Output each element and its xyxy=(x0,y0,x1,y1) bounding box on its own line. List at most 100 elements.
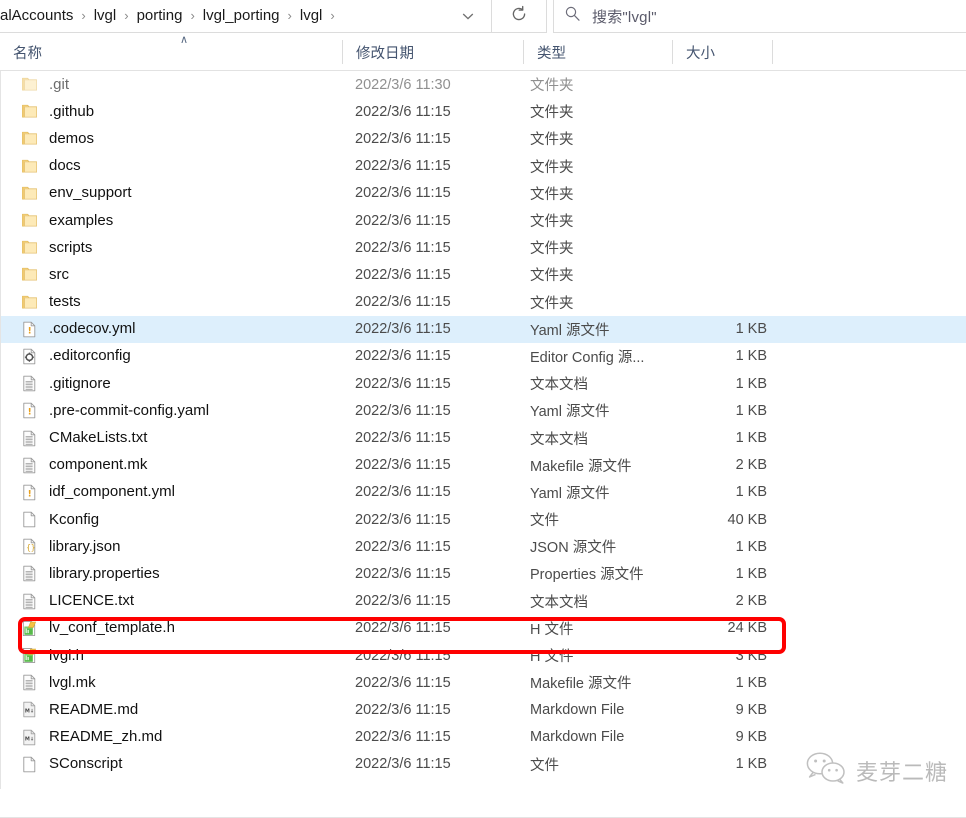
text-file-icon xyxy=(21,593,38,610)
breadcrumb-item-alaccounts[interactable]: alAccounts xyxy=(0,4,77,28)
file-list-row[interactable]: component.mk 2022/3/6 11:15 Makefile 源文件 2 … xyxy=(1,452,966,479)
file-list-row[interactable]: ! .codecov.yml 2022/3/6 11:15 Yaml 源文件 1 KB xyxy=(1,315,966,343)
file-type-cell: H 文件 xyxy=(530,649,574,666)
breadcrumb-separator-icon[interactable]: › xyxy=(186,7,198,25)
breadcrumb[interactable]: alAccounts › lvgl › porting › lvgl_porting › lvg… xyxy=(0,4,445,28)
text-file-icon xyxy=(21,457,38,474)
file-name-cell[interactable]: env_support xyxy=(21,184,341,202)
breadcrumb-item-lvgl[interactable]: lvgl xyxy=(90,4,121,28)
breadcrumb-separator-icon[interactable]: › xyxy=(120,7,132,25)
file-name-cell[interactable]: scripts xyxy=(21,239,341,257)
file-name-cell[interactable]: lv_conf_template.h xyxy=(21,619,341,637)
folder-icon xyxy=(21,158,38,175)
file-name-cell[interactable]: docs xyxy=(21,157,341,175)
file-type-cell: 文件夹 xyxy=(530,159,574,176)
file-size-cell: 2 KB xyxy=(735,457,767,474)
file-name-cell[interactable]: demos xyxy=(21,130,341,148)
file-list-row[interactable]: .editorconfig 2022/3/6 11:15 Editor Config… xyxy=(1,343,966,370)
file-name-cell[interactable]: {} library.json xyxy=(21,538,341,556)
breadcrumb-separator-icon[interactable]: › xyxy=(284,7,296,25)
file-name-cell[interactable]: .github xyxy=(21,103,341,121)
file-list-row[interactable]: lvgl.h 2022/3/6 11:15 H 文件 3 KB xyxy=(1,642,966,669)
file-list-row[interactable]: library.properties 2022/3/6 11:15 Properti… xyxy=(1,560,966,587)
file-name-label: .github xyxy=(49,102,95,120)
file-list-row[interactable]: examples 2022/3/6 11:15 文件夹 xyxy=(1,207,966,234)
folder-icon xyxy=(21,130,38,147)
file-name-cell[interactable]: LICENCE.txt xyxy=(21,592,341,610)
file-date-cell: 2022/3/6 11:15 xyxy=(355,158,451,175)
file-name-cell[interactable]: CMakeLists.txt xyxy=(21,429,341,447)
breadcrumb-item-lvgl-porting[interactable]: lvgl_porting xyxy=(199,4,284,28)
json-file-icon: {} xyxy=(21,538,38,555)
file-list-row[interactable]: {} library.json 2022/3/6 11:15 JSON 源文件 1 KB xyxy=(1,533,966,560)
file-list-row[interactable]: .github 2022/3/6 11:15 文件夹 xyxy=(1,98,966,125)
file-list-row[interactable]: ! .pre-commit-config.yaml 2022/3/6 11:15 Ya… xyxy=(1,397,966,424)
file-name-label: idf_component.yml xyxy=(49,483,175,501)
file-name-cell[interactable]: examples xyxy=(21,212,341,230)
file-type-cell: 文本文档 xyxy=(530,431,588,448)
breadcrumb-item-porting[interactable]: porting xyxy=(133,4,187,28)
file-list-row[interactable]: scripts 2022/3/6 11:15 文件夹 xyxy=(1,234,966,261)
file-type-cell: Markdown File xyxy=(530,701,625,718)
column-header-name[interactable]: 名称 ∧ xyxy=(0,33,342,71)
breadcrumb-separator-icon[interactable]: › xyxy=(326,7,338,25)
column-divider[interactable] xyxy=(772,40,773,64)
file-name-cell[interactable]: M↓ README.md xyxy=(21,701,341,719)
breadcrumb-separator-icon[interactable]: › xyxy=(77,7,89,25)
file-name-label: .editorconfig xyxy=(49,347,131,365)
svg-text:!: ! xyxy=(28,489,32,499)
file-list-row[interactable]: ! idf_component.yml 2022/3/6 11:15 Yaml 源文件… xyxy=(1,479,966,506)
file-list[interactable]: .git 2022/3/6 11:30 文件夹 .github 2022/3/6 11:… xyxy=(0,71,966,789)
markdown-file-icon: M↓ xyxy=(21,701,38,718)
file-name-cell[interactable]: tests xyxy=(21,293,341,311)
column-header-date-modified[interactable]: 修改日期 xyxy=(343,33,523,71)
file-list-row[interactable]: .gitignore 2022/3/6 11:15 文本文档 1 KB xyxy=(1,370,966,397)
file-name-cell[interactable]: src xyxy=(21,266,341,284)
file-name-label: library.json xyxy=(49,537,121,555)
file-list-row[interactable]: LICENCE.txt 2022/3/6 11:15 文本文档 2 KB xyxy=(1,588,966,615)
file-list-row[interactable]: demos 2022/3/6 11:15 文件夹 xyxy=(1,125,966,152)
file-list-row[interactable]: M↓ README_zh.md 2022/3/6 11:15 Markdown Fil… xyxy=(1,724,966,751)
file-name-cell[interactable]: component.mk xyxy=(21,456,341,474)
file-name-cell[interactable]: library.properties xyxy=(21,565,341,583)
svg-text:{}: {} xyxy=(26,543,35,552)
breadcrumb-bar[interactable]: alAccounts › lvgl › porting › lvgl_porting › lvg… xyxy=(0,0,492,33)
file-date-cell: 2022/3/6 11:15 xyxy=(355,185,451,202)
file-list-row[interactable]: env_support 2022/3/6 11:15 文件夹 xyxy=(1,180,966,207)
file-name-cell[interactable]: .gitignore xyxy=(21,375,341,393)
file-date-cell: 2022/3/6 11:15 xyxy=(355,647,451,664)
folder-icon xyxy=(21,294,38,311)
file-list-row[interactable]: src 2022/3/6 11:15 文件夹 xyxy=(1,261,966,288)
file-name-cell[interactable]: .editorconfig xyxy=(21,347,341,365)
file-name-cell[interactable]: ! .pre-commit-config.yaml xyxy=(21,402,341,420)
file-name-cell[interactable]: Kconfig xyxy=(21,511,341,529)
file-name-cell[interactable]: .git xyxy=(21,76,341,94)
column-header-size[interactable]: 大小 xyxy=(673,33,772,71)
file-list-row[interactable]: lv_conf_template.h 2022/3/6 11:15 H 文件 24 K… xyxy=(1,615,966,642)
file-name-cell[interactable]: SConscript xyxy=(21,755,341,773)
file-date-cell: 2022/3/6 11:15 xyxy=(355,348,451,365)
refresh-button[interactable] xyxy=(492,0,547,33)
file-name-cell[interactable]: M↓ README_zh.md xyxy=(21,728,341,746)
file-name-cell[interactable]: lvgl.mk xyxy=(21,674,341,692)
file-list-row[interactable]: M↓ README.md 2022/3/6 11:15 Markdown File 9 … xyxy=(1,696,966,723)
file-type-cell: Editor Config 源... xyxy=(530,349,645,366)
chevron-down-icon[interactable] xyxy=(445,0,491,33)
file-size-cell: 1 KB xyxy=(735,348,767,365)
file-list-row[interactable]: CMakeLists.txt 2022/3/6 11:15 文本文档 1 KB xyxy=(1,424,966,451)
file-list-row[interactable]: Kconfig 2022/3/6 11:15 文件 40 KB xyxy=(1,506,966,533)
file-name-cell[interactable]: ! idf_component.yml xyxy=(21,483,341,501)
file-name-cell[interactable]: lvgl.h xyxy=(21,647,341,665)
yaml-file-icon: ! xyxy=(21,402,38,419)
search-box[interactable]: 搜索"lvgl" xyxy=(553,0,966,33)
column-header-type[interactable]: 类型 xyxy=(524,33,672,71)
file-name-label: README_zh.md xyxy=(49,728,163,746)
file-list-row[interactable]: tests 2022/3/6 11:15 文件夹 xyxy=(1,289,966,316)
file-list-row[interactable]: .git 2022/3/6 11:30 文件夹 xyxy=(1,71,966,98)
breadcrumb-item-lvgl[interactable]: lvgl xyxy=(296,4,327,28)
search-input[interactable]: 搜索"lvgl" xyxy=(592,6,657,27)
file-name-cell[interactable]: ! .codecov.yml xyxy=(21,320,341,338)
file-list-row[interactable]: lvgl.mk 2022/3/6 11:15 Makefile 源文件 1 KB xyxy=(1,669,966,696)
text-file-icon xyxy=(21,565,38,582)
file-list-row[interactable]: docs 2022/3/6 11:15 文件夹 xyxy=(1,153,966,180)
